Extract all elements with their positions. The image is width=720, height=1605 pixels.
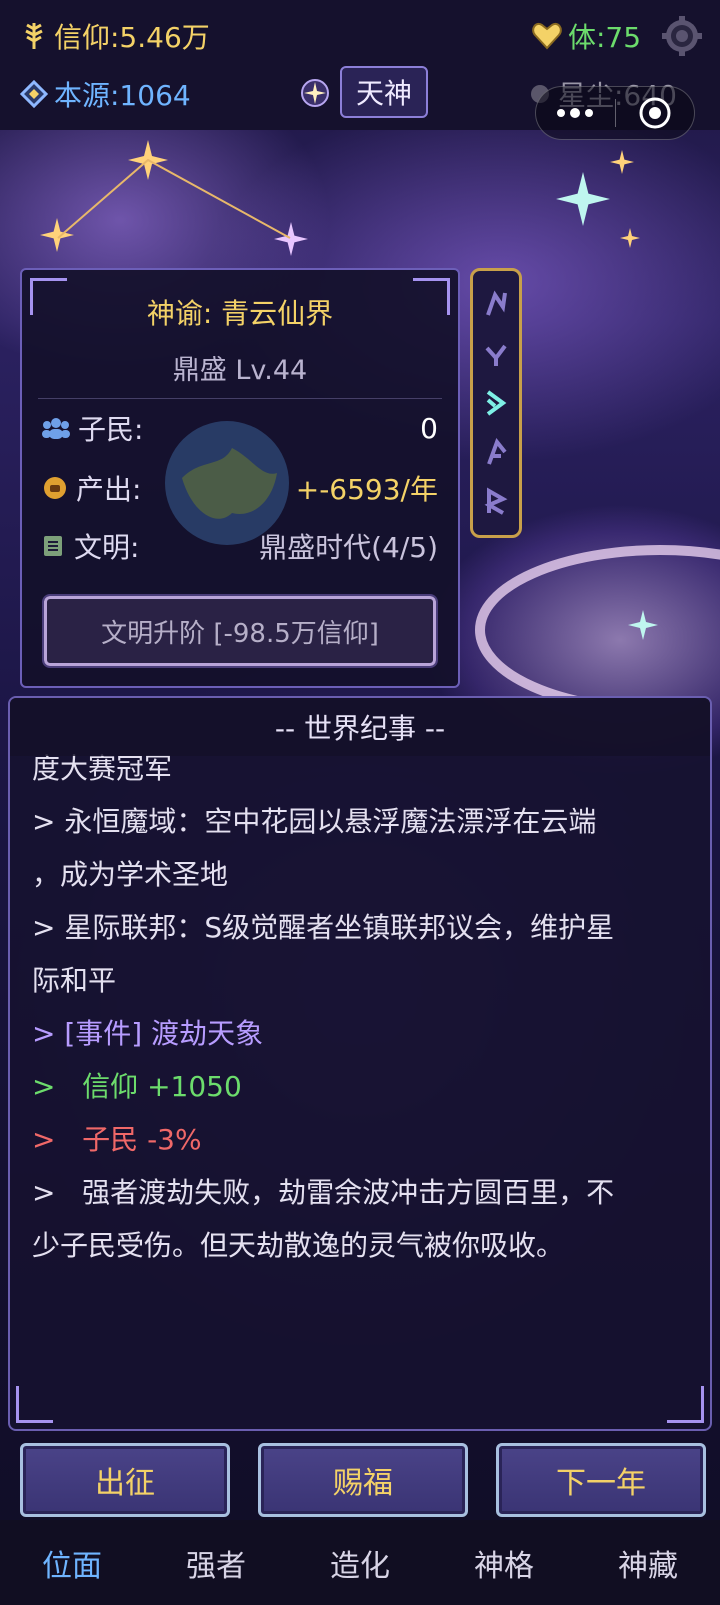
star-sparkle-icon <box>620 228 640 248</box>
civilization-value: 鼎盛时代(4/5) <box>259 531 438 564</box>
chronicle-title: -- 世界纪事 -- <box>10 698 710 756</box>
star-sparkle-icon <box>610 150 634 174</box>
source-stat: 本源:1064 <box>20 74 191 114</box>
target-close-icon <box>639 97 671 129</box>
close-capsule-button[interactable] <box>616 87 695 139</box>
orb-icon <box>301 79 329 107</box>
citizens-label: 子民: <box>78 413 144 446</box>
more-dots-icon <box>557 108 594 118</box>
output-value: +-6593/年 <box>295 473 438 506</box>
output-row: 产出: +-6593/年 <box>42 468 438 508</box>
faith-stat: 信仰:5.46万 <box>20 16 210 56</box>
chronicle-lines: 度大赛冠军 > 永恒魔域：空中花园以悬浮魔法漂浮在云端 ，成为学术圣地 > 星际联邦：… <box>32 742 688 1272</box>
chronicle-line: > [事件] 渡劫天象 <box>32 1017 264 1050</box>
book-icon <box>44 536 62 556</box>
chronicle-line: 少子民受伤。但天劫散逸的灵气被你吸收。 <box>32 1229 565 1262</box>
planet-level: 鼎盛 Lv.44 <box>172 355 308 386</box>
rune-icon[interactable] <box>483 289 509 319</box>
next-year-button[interactable]: 下一年 <box>496 1443 706 1517</box>
planet-title: 神谕: 青云仙界 <box>146 297 334 330</box>
faith-value: 信仰:5.46万 <box>54 21 210 54</box>
diamond-icon <box>20 80 48 108</box>
chronicle-line: > 子民 -3% <box>32 1123 202 1156</box>
tab-creation[interactable]: 造化 <box>288 1520 432 1605</box>
bless-button[interactable]: 赐福 <box>258 1443 468 1517</box>
citizens-row: 子民: 0 <box>42 408 438 448</box>
rune-icon[interactable] <box>483 437 509 468</box>
gear-icon[interactable] <box>662 16 702 56</box>
civilization-label: 文明: <box>74 531 140 564</box>
output-label: 产出: <box>76 473 142 506</box>
citizens-value: 0 <box>420 411 438 445</box>
more-options-button[interactable] <box>536 87 615 139</box>
expedition-button[interactable]: 出征 <box>20 1443 230 1517</box>
tab-champions[interactable]: 强者 <box>144 1520 288 1605</box>
tab-plane[interactable]: 位面 <box>0 1520 144 1605</box>
rank-badge[interactable]: 天神 <box>340 66 428 118</box>
heart-icon <box>532 23 562 50</box>
rune-icon[interactable] <box>483 487 509 517</box>
rune-icon[interactable] <box>483 338 509 368</box>
bottom-nav: 位面 强者 造化 神格 神藏 <box>0 1520 720 1605</box>
stamina-value: 体:75 <box>568 21 642 54</box>
chronicle-line: 际和平 <box>32 964 117 997</box>
people-icon <box>42 418 70 439</box>
civilization-upgrade-button[interactable]: 文明升阶 [-98.5万信仰] <box>42 594 438 668</box>
star-sparkle-icon <box>556 172 610 226</box>
mini-program-capsule <box>535 86 695 140</box>
tab-treasury[interactable]: 神藏 <box>576 1520 720 1605</box>
chronicle-line: ，成为学术圣地 <box>32 858 229 891</box>
source-value: 本源:1064 <box>54 79 191 112</box>
chronicle-line: > 星际联邦：S级觉醒者坐镇联邦议会，维护星 <box>32 911 615 944</box>
rune-icon-active[interactable] <box>483 388 509 418</box>
tab-divinity[interactable]: 神格 <box>432 1520 576 1605</box>
chronicle-line: > 信仰 +1050 <box>32 1070 242 1103</box>
coin-icon <box>44 477 66 499</box>
constellation-lines <box>57 158 291 239</box>
wheat-icon <box>25 23 43 49</box>
planet-ring-decoration <box>475 545 720 700</box>
rune-sidebar <box>470 268 522 538</box>
chronicle-line: > 永恒魔域：空中花园以悬浮魔法漂浮在云端 <box>32 805 597 838</box>
world-chronicle-panel[interactable]: 度大赛冠军 > 永恒魔域：空中花园以悬浮魔法漂浮在云端 ，成为学术圣地 > 星际联邦：… <box>8 696 712 1431</box>
stamina-stat: 体:75 <box>532 16 641 56</box>
civilization-row: 文明: 鼎盛时代(4/5) <box>42 526 438 566</box>
planet-info-panel: 神谕: 青云仙界 鼎盛 Lv.44 子民: 0 产出: +-6593/年 文明:… <box>20 268 460 688</box>
chronicle-line: > 强者渡劫失败，劫雷余波冲击方圆百里，不 <box>32 1176 615 1209</box>
